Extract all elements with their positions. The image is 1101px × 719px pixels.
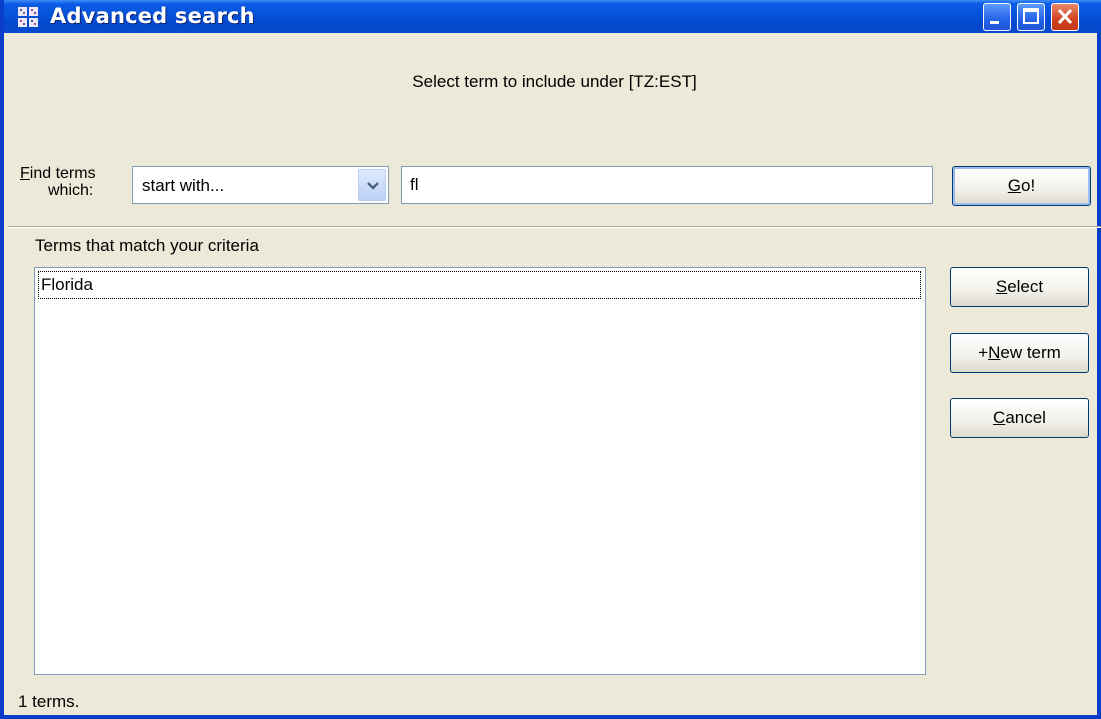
minimize-icon (990, 21, 999, 24)
new-term-accel: N (988, 343, 1001, 362)
list-item[interactable]: Florida (38, 271, 921, 299)
find-label-line2: which: (48, 182, 94, 199)
grid-app-icon (18, 7, 38, 27)
find-label-rest: ind terms (29, 165, 96, 182)
maximize-button[interactable] (1017, 3, 1045, 31)
match-mode-dropdown[interactable]: start with... (132, 166, 389, 204)
new-term-button[interactable]: +New term (950, 333, 1089, 373)
close-button[interactable] (1051, 3, 1079, 31)
go-accel: G (1007, 176, 1022, 195)
maximize-icon (1023, 8, 1039, 24)
results-label: Terms that match your criteria (35, 236, 259, 255)
chevron-down-icon (367, 182, 379, 190)
status-text: 1 terms. (18, 692, 80, 711)
results-listbox[interactable]: Florida (34, 267, 926, 675)
title-bar[interactable]: Advanced search (4, 0, 1101, 33)
window-title: Advanced search (50, 4, 255, 28)
select-label: elect (1007, 277, 1044, 296)
go-button[interactable]: Go! (952, 166, 1091, 206)
cancel-button[interactable]: Cancel (950, 398, 1089, 438)
new-term-label: ew term (1000, 343, 1061, 362)
go-label: o! (1021, 176, 1036, 195)
search-term-input[interactable]: fl (401, 166, 933, 204)
dropdown-arrow-button[interactable] (358, 169, 386, 201)
select-button[interactable]: Select (950, 267, 1089, 307)
cancel-accel: C (993, 408, 1006, 427)
new-term-prefix: + (978, 343, 989, 362)
minimize-button[interactable] (983, 3, 1011, 31)
find-terms-label: Find terms which: (20, 165, 96, 199)
match-mode-value: start with... (142, 176, 225, 195)
select-accel: S (995, 277, 1008, 296)
dialog-heading: Select term to include under [TZ:EST] (412, 72, 697, 91)
cancel-label: ancel (1005, 408, 1046, 427)
find-label-accel: F (20, 165, 30, 182)
section-divider (8, 226, 1101, 228)
close-icon (1057, 8, 1073, 25)
advanced-search-window: Advanced search Select term to include u… (0, 0, 1101, 719)
